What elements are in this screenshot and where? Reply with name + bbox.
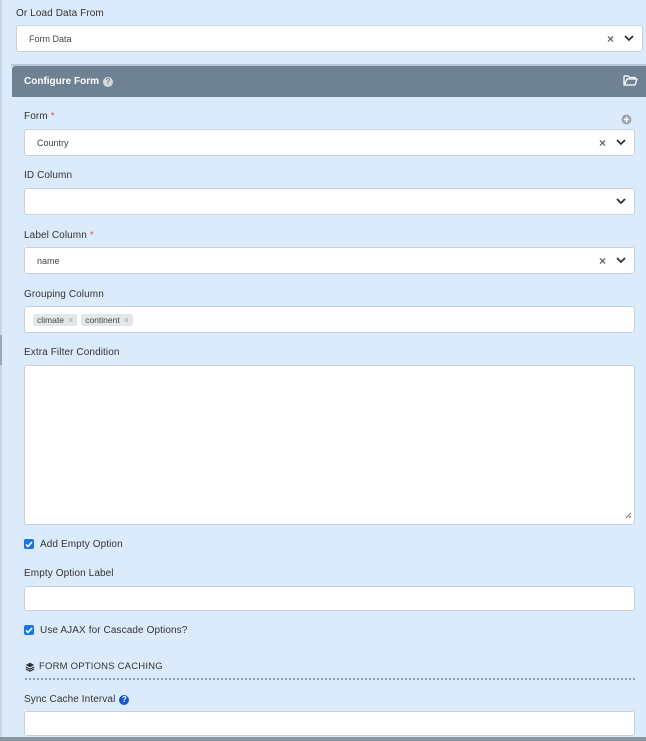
extra-filter-label: Extra Filter Condition — [24, 347, 120, 358]
tag-remove-icon[interactable]: × — [68, 315, 73, 325]
sync-cache-label-text: Sync Cache Interval — [24, 694, 116, 705]
load-from-select[interactable]: Form Data × — [16, 25, 643, 52]
use-ajax-checkbox[interactable] — [24, 625, 34, 635]
layers-icon — [25, 662, 35, 672]
form-label: Form * — [24, 111, 55, 122]
folder-open-icon[interactable] — [623, 74, 638, 89]
section-title: FORM OPTIONS CACHING — [39, 661, 163, 672]
label-column-value: name — [37, 255, 60, 266]
load-from-label: Or Load Data From — [16, 8, 104, 19]
load-from-value: Form Data — [29, 33, 72, 44]
add-empty-option-checkbox[interactable] — [24, 539, 34, 549]
tag-remove-icon[interactable]: × — [124, 315, 129, 325]
label-column-select[interactable]: name × — [24, 247, 635, 274]
chevron-down-icon[interactable] — [622, 32, 636, 46]
help-icon[interactable]: ? — [103, 76, 113, 87]
help-icon[interactable]: ? — [119, 694, 130, 705]
chevron-down-icon[interactable] — [614, 254, 628, 268]
tag-label: continent — [85, 314, 120, 325]
left-border — [0, 0, 2, 741]
grouping-column-label: Grouping Column — [24, 289, 104, 300]
section-divider — [25, 678, 635, 680]
chevron-down-icon[interactable] — [614, 195, 628, 209]
id-column-select[interactable] — [24, 188, 635, 215]
form-value: Country — [37, 137, 69, 148]
chevron-down-icon[interactable] — [614, 136, 628, 150]
clear-icon[interactable]: × — [607, 33, 614, 45]
clear-icon[interactable]: × — [599, 137, 606, 149]
label-column-label: Label Column * — [24, 230, 94, 241]
required-mark: * — [89, 230, 94, 241]
id-column-label: ID Column — [24, 170, 73, 181]
tag-label: climate — [37, 314, 64, 325]
use-ajax-label: Use AJAX for Cascade Options? — [40, 625, 188, 636]
grouping-column-multiselect[interactable]: climate × continent × — [24, 306, 635, 333]
tag-continent: continent × — [81, 313, 133, 326]
sync-cache-input[interactable] — [24, 711, 635, 736]
add-circle-icon[interactable] — [621, 114, 632, 128]
left-resize-handle[interactable] — [0, 335, 2, 365]
form-options-caching-heading: FORM OPTIONS CACHING — [25, 661, 163, 672]
label-column-label-text: Label Column — [24, 230, 87, 241]
empty-option-label-label: Empty Option Label — [24, 568, 114, 579]
bottom-border — [0, 737, 646, 741]
empty-option-label-input[interactable] — [24, 586, 635, 611]
sync-cache-label: Sync Cache Interval ? — [24, 694, 130, 705]
resize-handle-icon[interactable] — [625, 511, 632, 522]
required-mark: * — [50, 111, 55, 122]
extra-filter-textarea[interactable] — [24, 365, 635, 525]
tag-climate: climate × — [33, 313, 78, 326]
form-label-text: Form — [24, 111, 48, 122]
add-empty-option-label: Add Empty Option — [40, 539, 123, 550]
form-select[interactable]: Country × — [24, 129, 635, 156]
clear-icon[interactable]: × — [599, 255, 606, 267]
panel-title: Configure Form — [24, 76, 99, 87]
configure-form-header: Configure Form ? — [12, 66, 646, 97]
